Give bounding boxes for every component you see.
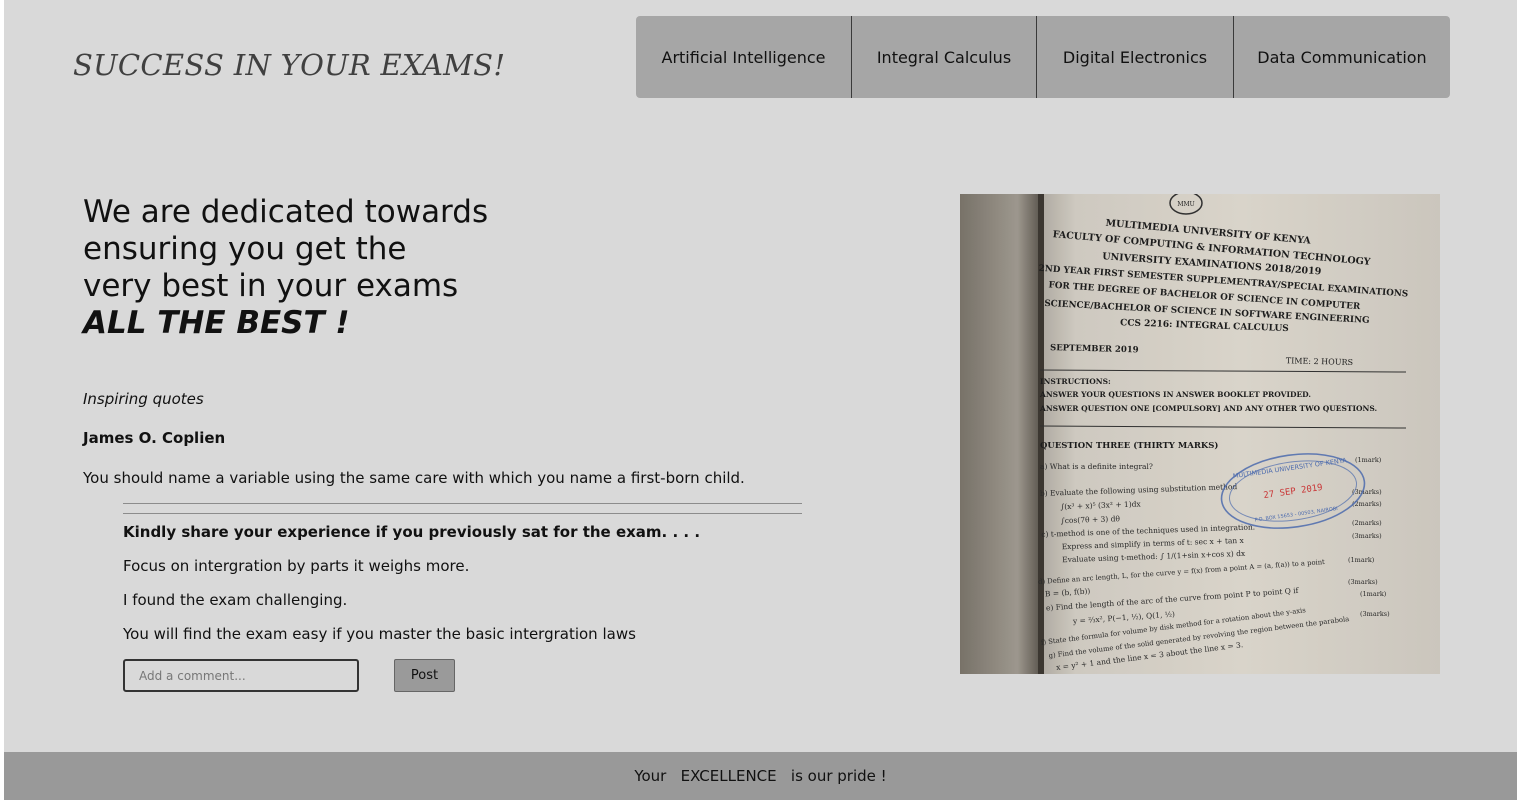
comment-item: Focus on intergration by parts it weighs… [123,557,470,575]
nav-item-digital-electronics[interactable]: Digital Electronics [1037,16,1234,98]
hero-line-3: very best in your exams [83,268,459,304]
quote-text: You should name a variable using the sam… [83,469,745,487]
hero-emphasis: ALL THE BEST ! [83,305,350,341]
site-brand-title: SUCCESS IN YOUR EXAMS! [73,48,506,82]
comment-item: You will find the exam easy if you maste… [123,625,636,643]
hero-line-2: ensuring you get the [83,231,407,267]
experience-heading: Kindly share your experience if you prev… [123,523,701,541]
footer-text: Your EXCELLENCE is our pride ! [634,767,887,785]
photo-shade [960,194,1440,674]
right-window-edge [1517,0,1521,800]
main-nav: Artificial Intelligence Integral Calculu… [636,16,1450,98]
nav-item-data-communication[interactable]: Data Communication [1234,16,1450,98]
post-button[interactable]: Post [394,659,455,692]
hero-line-1: We are dedicated towards [83,194,489,230]
quote-author: James O. Coplien [83,429,226,447]
comment-item: I found the exam challenging. [123,591,348,609]
footer: Your EXCELLENCE is our pride ! [4,752,1517,800]
exam-paper-photo: MMU MULTIMEDIA UNIVERSITY OF KENYA FACUL… [960,194,1440,674]
left-window-edge [0,0,4,800]
hero-message: We are dedicated towards ensuring you ge… [83,194,488,342]
nav-item-artificial-intelligence[interactable]: Artificial Intelligence [636,16,852,98]
nav-item-integral-calculus[interactable]: Integral Calculus [852,16,1037,98]
quotes-label: Inspiring quotes [83,390,204,408]
divider-bottom [123,513,802,514]
divider-top [123,503,802,504]
comment-input[interactable] [123,659,359,692]
